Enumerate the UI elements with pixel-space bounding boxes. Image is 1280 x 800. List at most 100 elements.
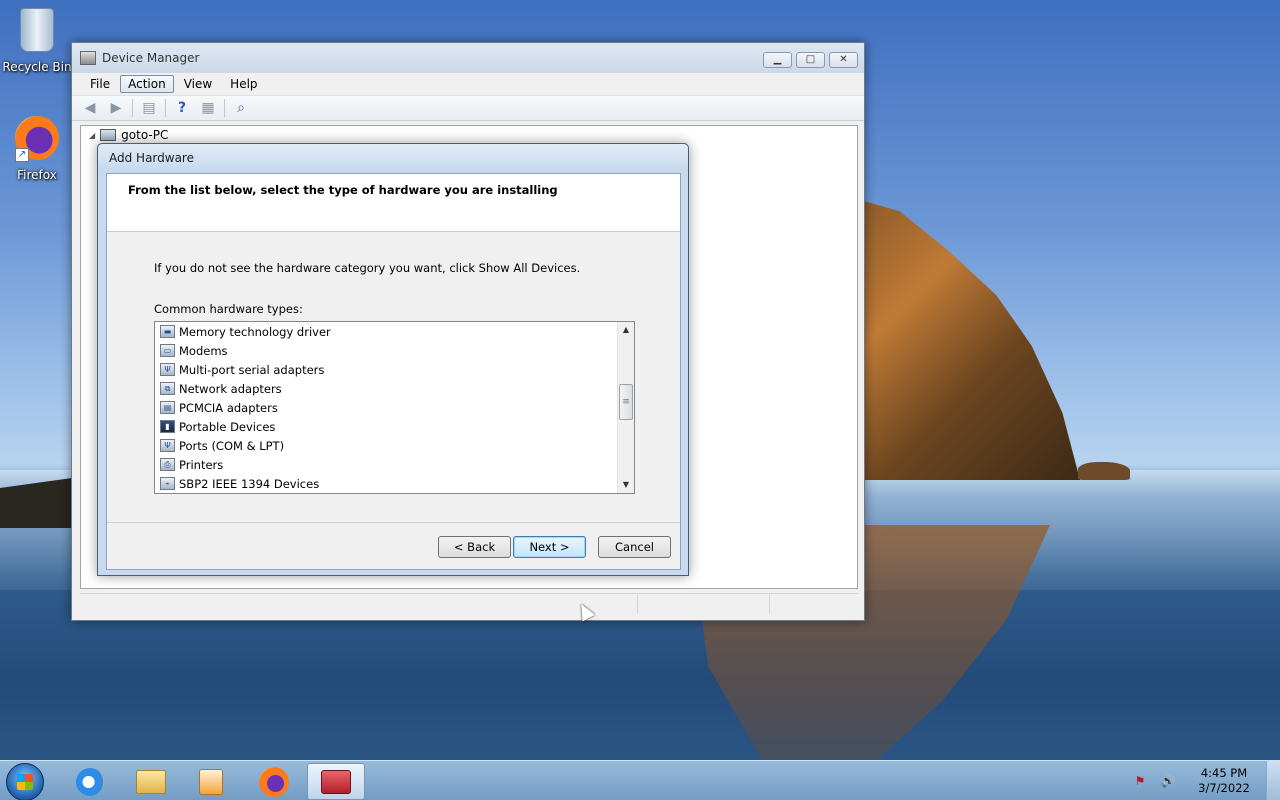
help-icon[interactable]: ? xyxy=(172,99,192,117)
close-button[interactable]: ✕ xyxy=(829,52,858,68)
window-title: Device Manager xyxy=(102,51,200,65)
properties-icon[interactable]: ▦ xyxy=(198,99,218,117)
hardware-types-label: Common hardware types: xyxy=(154,302,303,316)
minimize-button[interactable]: ▁ xyxy=(763,52,792,68)
list-item-memory-technology-driver[interactable]: ▬ Memory technology driver xyxy=(155,322,617,341)
internet-explorer-icon xyxy=(76,767,104,796)
add-hardware-dialog: Add Hardware From the list below, select… xyxy=(97,143,689,576)
desktop-icon-label: Recycle Bin xyxy=(2,60,72,74)
sbp2-device-icon: ⌁ xyxy=(160,477,175,490)
list-item-multi-port-serial-adapters[interactable]: Ψ Multi-port serial adapters xyxy=(155,360,617,379)
list-item-label: Multi-port serial adapters xyxy=(179,362,325,377)
list-item-label: Portable Devices xyxy=(179,419,276,434)
dialog-title: Add Hardware xyxy=(109,151,194,165)
list-item-portable-devices[interactable]: ▮ Portable Devices xyxy=(155,417,617,436)
device-manager-icon xyxy=(80,51,96,65)
toolbar-separator xyxy=(165,99,166,117)
serial-adapter-icon: Ψ xyxy=(160,363,175,376)
modem-icon: ▭ xyxy=(160,344,175,357)
status-cell xyxy=(80,594,638,614)
clock-date: 3/7/2022 xyxy=(1198,781,1250,795)
back-button[interactable]: < Back xyxy=(438,536,511,558)
portable-device-icon: ▮ xyxy=(160,420,175,433)
tree-expand-icon[interactable]: ◢ xyxy=(89,131,95,140)
dialog-info-text: If you do not see the hardware category … xyxy=(154,261,581,275)
firefox-icon: ↗ xyxy=(15,116,59,164)
hardware-types-list[interactable]: ▬ Memory technology driver ▭ Modems Ψ Mu… xyxy=(154,321,635,494)
scan-hardware-icon[interactable]: ⌕ xyxy=(231,99,251,117)
clock[interactable]: 4:45 PM 3/7/2022 xyxy=(1182,766,1266,796)
port-icon: Ψ xyxy=(160,439,175,452)
firefox-icon xyxy=(259,766,289,797)
dialog-heading: From the list below, select the type of … xyxy=(128,183,558,197)
taskbar-internet-explorer[interactable] xyxy=(61,763,119,800)
printer-icon: ⎙ xyxy=(160,458,175,471)
list-item-modems[interactable]: ▭ Modems xyxy=(155,341,617,360)
list-item-printers[interactable]: ⎙ Printers xyxy=(155,455,617,474)
dialog-titlebar[interactable]: Add Hardware xyxy=(98,144,688,172)
cancel-button[interactable]: Cancel xyxy=(598,536,671,558)
list-item-label: Modems xyxy=(179,343,228,358)
toolbar-separator xyxy=(224,99,225,117)
forward-arrow-icon[interactable]: ▶ xyxy=(106,99,126,117)
pcmcia-adapter-icon: ▤ xyxy=(160,401,175,414)
list-item-label: PCMCIA adapters xyxy=(179,400,278,415)
window-titlebar[interactable]: Device Manager xyxy=(72,43,864,73)
menu-action[interactable]: Action xyxy=(120,75,174,93)
toolbar: ◀ ▶ ▤ ? ▦ ⌕ xyxy=(72,95,864,121)
tree-root-label: goto-PC xyxy=(121,128,169,142)
window-controls: ▁ □ ✕ xyxy=(763,52,858,68)
recycle-bin-icon xyxy=(15,8,59,56)
taskbar-windows-explorer[interactable] xyxy=(122,763,180,800)
list-item-label: Ports (COM & LPT) xyxy=(179,438,285,453)
scroll-up-icon[interactable]: ▲ xyxy=(618,322,634,338)
list-items: ▬ Memory technology driver ▭ Modems Ψ Mu… xyxy=(155,322,617,493)
list-item-label: Network adapters xyxy=(179,381,282,396)
toolbar-separator xyxy=(132,99,133,117)
dialog-body: From the list below, select the type of … xyxy=(106,173,681,570)
clock-time: 4:45 PM xyxy=(1200,766,1248,780)
list-item-label: Memory technology driver xyxy=(179,324,331,339)
taskbar-device-manager[interactable] xyxy=(307,763,365,800)
scroll-down-icon[interactable]: ▼ xyxy=(618,477,634,493)
list-item-network-adapters[interactable]: ⧉ Network adapters xyxy=(155,379,617,398)
menu-help[interactable]: Help xyxy=(222,75,265,93)
desktop-icon-firefox[interactable]: ↗ Firefox xyxy=(2,116,72,182)
taskbar-media-player[interactable] xyxy=(182,763,240,800)
taskbar: ⚑ 🔊 4:45 PM 3/7/2022 xyxy=(0,760,1280,800)
network-adapter-icon: ⧉ xyxy=(160,382,175,395)
menu-view[interactable]: View xyxy=(176,75,220,93)
maximize-button[interactable]: □ xyxy=(796,52,825,68)
system-tray: ⚑ 🔊 4:45 PM 3/7/2022 xyxy=(1126,761,1280,800)
list-scrollbar[interactable]: ▲ ≡ ▼ xyxy=(617,322,634,493)
desktop-icon-recycle-bin[interactable]: Recycle Bin xyxy=(2,8,72,74)
computer-icon xyxy=(100,129,117,141)
media-player-icon xyxy=(199,768,223,795)
list-item-ports[interactable]: Ψ Ports (COM & LPT) xyxy=(155,436,617,455)
list-item-sbp2-ieee-1394-devices[interactable]: ⌁ SBP2 IEEE 1394 Devices xyxy=(155,474,617,493)
dialog-header: From the list below, select the type of … xyxy=(107,174,680,232)
status-cell xyxy=(770,594,856,614)
tree-root-node[interactable]: ◢ goto-PC xyxy=(89,128,168,142)
show-hide-console-tree-icon[interactable]: ▤ xyxy=(139,99,159,117)
shortcut-arrow-icon: ↗ xyxy=(15,148,29,162)
taskbar-firefox[interactable] xyxy=(245,763,303,800)
list-item-pcmcia-adapters[interactable]: ▤ PCMCIA adapters xyxy=(155,398,617,417)
desktop-icon-label: Firefox xyxy=(17,168,57,182)
action-center-icon[interactable]: ⚑ xyxy=(1132,774,1148,788)
start-button[interactable] xyxy=(6,763,44,800)
back-arrow-icon[interactable]: ◀ xyxy=(80,99,100,117)
desktop-rock xyxy=(1078,462,1130,480)
list-item-label: Printers xyxy=(179,457,224,472)
windows-explorer-icon xyxy=(136,769,166,794)
toolbox-icon xyxy=(321,769,351,794)
volume-icon[interactable]: 🔊 xyxy=(1160,774,1176,788)
menu-file[interactable]: File xyxy=(82,75,118,93)
next-button[interactable]: Next > xyxy=(513,536,586,558)
list-item-label: SBP2 IEEE 1394 Devices xyxy=(179,476,320,491)
dialog-separator xyxy=(107,522,680,523)
menu-bar: File Action View Help xyxy=(72,73,864,95)
scroll-thumb[interactable]: ≡ xyxy=(619,384,633,420)
desktop-cliff xyxy=(860,200,1080,480)
show-desktop-button[interactable] xyxy=(1266,761,1280,800)
